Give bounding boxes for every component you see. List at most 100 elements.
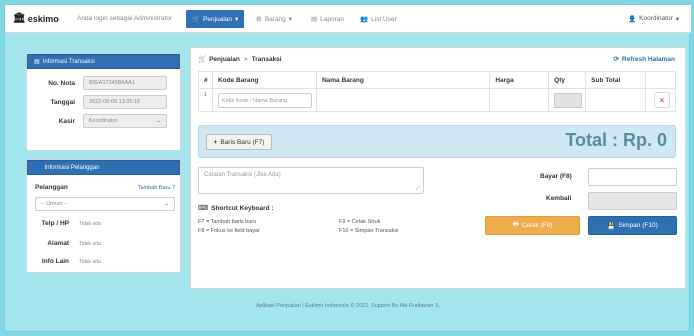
nota-value: 82EA17245B6AA1 bbox=[89, 80, 135, 86]
address-label: Alamat bbox=[47, 240, 69, 247]
shortcut-list-left: F7 = Tambah baris baru F8 = Fokus ke fie… bbox=[198, 218, 260, 236]
customer-label: Pelanggan bbox=[35, 184, 68, 191]
row-number: 1 bbox=[198, 88, 213, 112]
col-harga: Harga bbox=[489, 71, 550, 89]
box-icon: ⚙ bbox=[256, 16, 262, 23]
date-value: 2022-08-08 13:35:16 bbox=[89, 99, 141, 105]
nav-list-user-label: List User bbox=[371, 15, 397, 23]
address-value: Tidak ada bbox=[79, 240, 101, 247]
phone-value: Tidak ada bbox=[79, 220, 101, 227]
col-qty: Qty bbox=[548, 71, 587, 89]
brand-name: eskimo bbox=[27, 13, 59, 24]
user-icon: 👤 bbox=[628, 16, 637, 23]
chevron-down-icon: ⌄ bbox=[164, 201, 169, 207]
cart-icon: 🛒 bbox=[192, 16, 201, 23]
customer-info-header: 👤 Informasi Pelanggan bbox=[27, 160, 180, 175]
shortcut-f10: F10 = Simpan Transaksi bbox=[339, 228, 399, 234]
bayar-label: Bayar (F8) bbox=[540, 173, 572, 180]
print-label: Cetak (F9) bbox=[521, 222, 553, 229]
new-row-button[interactable]: + Baris Baru (F7) bbox=[206, 134, 272, 150]
nota-field: 82EA17245B6AA1 bbox=[83, 76, 167, 90]
chevron-down-icon: ▾ bbox=[675, 16, 679, 23]
close-icon: × bbox=[659, 95, 665, 105]
phone-label: Telp / HP bbox=[41, 220, 69, 227]
breadcrumb: 🛒 Penjualan > Transaksi bbox=[198, 55, 282, 64]
shortcut-f8: F8 = Fokus ke field bayar bbox=[198, 228, 260, 234]
code-input[interactable]: Ketik Kode / Nama Barang bbox=[217, 92, 312, 108]
new-row-label: Baris Baru (F7) bbox=[220, 138, 265, 146]
user-menu[interactable]: 👤 Koordinator ▾ bbox=[628, 15, 679, 23]
document-icon: ▤ bbox=[34, 59, 40, 65]
chevron-down-icon: ▾ bbox=[288, 16, 293, 23]
brand-logo[interactable]: 🏛 eskimo bbox=[13, 13, 59, 24]
app-window: 🏛 eskimo Anda login sebagai Administrato… bbox=[4, 4, 691, 332]
nav-list-user[interactable]: 👥 List User bbox=[360, 15, 397, 24]
nav-laporan-label: Laporan bbox=[320, 15, 345, 23]
refresh-icon: ⟳ bbox=[613, 56, 619, 63]
col-kode-barang: Kode Barang bbox=[211, 71, 317, 89]
cell-action: × bbox=[644, 88, 677, 112]
print-button[interactable]: 🖶 Cetak (F9) bbox=[485, 216, 580, 235]
nav-penjualan-label: Penjualan bbox=[203, 15, 233, 23]
cashier-value: Koordinator bbox=[89, 118, 118, 124]
user-name: Koordinator bbox=[639, 15, 673, 22]
navbar: 🏛 eskimo Anda login sebagai Administrato… bbox=[5, 5, 691, 33]
cell-nama bbox=[315, 88, 491, 112]
cashier-label: Kasir bbox=[58, 117, 75, 125]
delete-row-button[interactable]: × bbox=[653, 92, 670, 108]
shortcut-f7: F7 = Tambah baris baru bbox=[198, 219, 257, 225]
transaction-info-title: Informasi Transaksi bbox=[42, 58, 95, 65]
other-info-value: Tidak ada bbox=[79, 258, 101, 265]
col-sub-total: Sub Total bbox=[585, 71, 646, 89]
other-info-label: Info Lain bbox=[41, 258, 69, 265]
save-button[interactable]: 💾 Simpan (F10) bbox=[588, 216, 677, 235]
user-icon: 👤 bbox=[34, 165, 42, 171]
bayar-input[interactable] bbox=[588, 168, 677, 186]
date-label: Tanggal bbox=[50, 98, 75, 106]
cell-subtotal bbox=[585, 88, 646, 112]
cart-icon: 🛒 bbox=[198, 56, 207, 63]
col-action bbox=[644, 71, 677, 89]
refresh-link[interactable]: ⟳ Refresh Halaman bbox=[613, 55, 675, 64]
col-nama-barang: Nama Barang bbox=[315, 71, 491, 89]
plus-icon: + bbox=[213, 138, 218, 146]
qty-input[interactable] bbox=[554, 92, 583, 108]
keyboard-icon: ⌨ bbox=[198, 205, 209, 212]
col-number: # bbox=[198, 71, 213, 89]
chevron-down-icon: ⌄ bbox=[156, 118, 161, 124]
cell-qty bbox=[548, 88, 587, 112]
save-label: Simpan (F10) bbox=[618, 222, 658, 229]
date-field: 2022-08-08 13:35:16 bbox=[83, 95, 167, 109]
footer-text: Aplikasi Penjualan | Eskimo Indonesia © … bbox=[255, 303, 441, 309]
note-textarea[interactable]: Catatan Transaksi (Jika Ada) bbox=[198, 167, 424, 194]
users-icon: 👥 bbox=[360, 16, 369, 23]
cashier-select[interactable]: Koordinator ⌄ bbox=[83, 114, 167, 128]
nota-label: No. Nota bbox=[48, 79, 75, 87]
nav-penjualan[interactable]: 🛒 Penjualan ▾ bbox=[186, 10, 245, 28]
customer-select[interactable]: -- Umum -- ⌄ bbox=[35, 197, 175, 211]
nav-barang[interactable]: ⚙ Barang ▾ bbox=[256, 15, 293, 24]
breadcrumb-penjualan[interactable]: Penjualan bbox=[209, 56, 240, 63]
kembali-label: Kembali bbox=[546, 195, 572, 202]
shortcut-list-right: F9 = Cetak Struk F10 = Simpan Transaksi bbox=[339, 218, 398, 236]
nav-laporan[interactable]: ▤ Laporan bbox=[311, 15, 345, 24]
refresh-label: Refresh Halaman bbox=[621, 55, 675, 63]
shortcut-title: Shortcut Keyboard : bbox=[211, 204, 274, 212]
document-icon: ▤ bbox=[311, 16, 318, 23]
cell-harga bbox=[489, 88, 550, 112]
total-amount: Total : Rp. 0 bbox=[565, 130, 667, 150]
floppy-icon: 💾 bbox=[607, 222, 616, 230]
customer-select-value: -- Umum -- bbox=[41, 201, 68, 207]
transaction-info-header: ▤ Informasi Transaksi bbox=[27, 54, 180, 69]
igloo-icon: 🏛 bbox=[13, 13, 26, 24]
items-table: # Kode Barang Nama Barang Harga Qty Sub … bbox=[198, 71, 677, 112]
chevron-down-icon: ▾ bbox=[235, 16, 239, 23]
printer-icon: 🖶 bbox=[512, 221, 519, 228]
shortcut-heading: ⌨ Shortcut Keyboard : bbox=[198, 204, 274, 213]
customer-info-title: Informasi Pelanggan bbox=[44, 164, 100, 171]
transaction-info-panel: ▤ Informasi Transaksi No. Nota 82EA17245… bbox=[26, 53, 181, 151]
add-customer-link[interactable]: Tambah Baru ? bbox=[138, 185, 175, 191]
customer-info-panel: 👤 Informasi Pelanggan Pelanggan Tambah B… bbox=[26, 159, 181, 273]
cell-kode: Ketik Kode / Nama Barang bbox=[211, 88, 317, 112]
table-row: 1 Ketik Kode / Nama Barang × bbox=[198, 88, 677, 112]
